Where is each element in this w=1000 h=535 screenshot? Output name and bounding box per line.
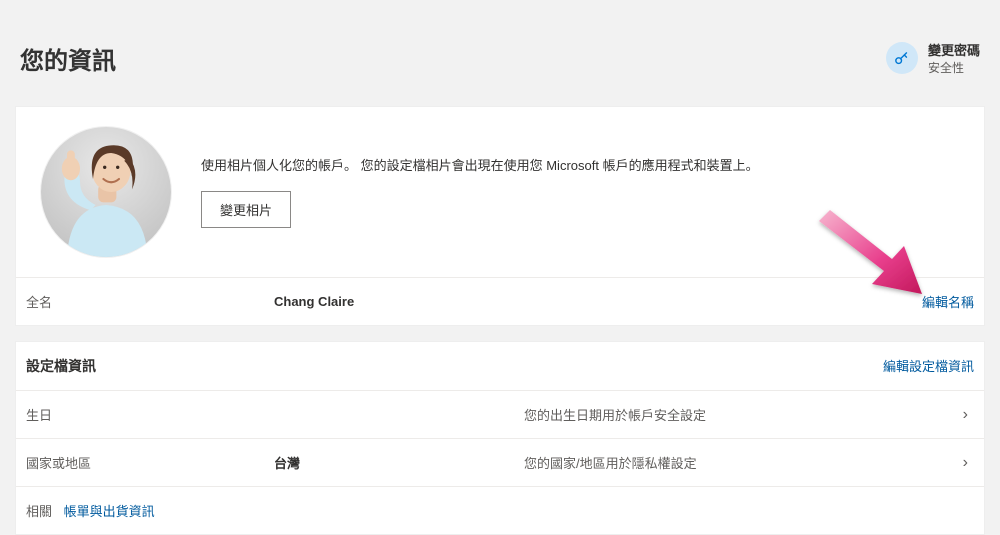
birthday-note: 您的出生日期用於帳戶安全設定 — [524, 405, 951, 424]
billing-shipping-link[interactable]: 帳單與出貨資訊 — [64, 504, 155, 519]
page-title: 您的資訊 — [20, 41, 116, 76]
profile-card: 使用相片個人化您的帳戶。 您的設定檔相片會出現在使用您 Microsoft 帳戶… — [15, 106, 985, 326]
quick-action-subtitle: 安全性 — [928, 59, 980, 76]
key-icon — [886, 42, 918, 74]
country-note: 您的國家/地區用於隱私權設定 — [524, 453, 951, 472]
change-photo-button[interactable]: 變更相片 — [201, 191, 291, 228]
edit-profile-info-link[interactable]: 編輯設定檔資訊 — [883, 356, 974, 376]
profile-description: 使用相片個人化您的帳戶。 您的設定檔相片會出現在使用您 Microsoft 帳戶… — [201, 156, 974, 177]
quick-action-title: 變更密碼 — [928, 40, 980, 59]
birthday-label: 生日 — [26, 405, 274, 424]
edit-name-link[interactable]: 編輯名稱 — [922, 292, 974, 311]
profile-info-card: 設定檔資訊 編輯設定檔資訊 生日 您的出生日期用於帳戶安全設定 › 國家或地區 … — [15, 341, 985, 535]
full-name-value: Chang Claire — [274, 294, 524, 309]
related-label: 相關 — [26, 504, 52, 519]
chevron-right-icon: › — [963, 406, 968, 424]
chevron-right-icon: › — [963, 454, 968, 472]
country-value: 台灣 — [274, 453, 524, 472]
avatar — [41, 127, 171, 257]
table-row[interactable]: 國家或地區 台灣 您的國家/地區用於隱私權設定 › — [16, 438, 984, 486]
table-row[interactable]: 生日 您的出生日期用於帳戶安全設定 › — [16, 390, 984, 438]
full-name-label: 全名 — [26, 292, 274, 311]
country-label: 國家或地區 — [26, 453, 274, 472]
profile-info-header: 設定檔資訊 — [26, 356, 96, 376]
change-password-quick-action[interactable]: 變更密碼 安全性 — [886, 40, 980, 76]
